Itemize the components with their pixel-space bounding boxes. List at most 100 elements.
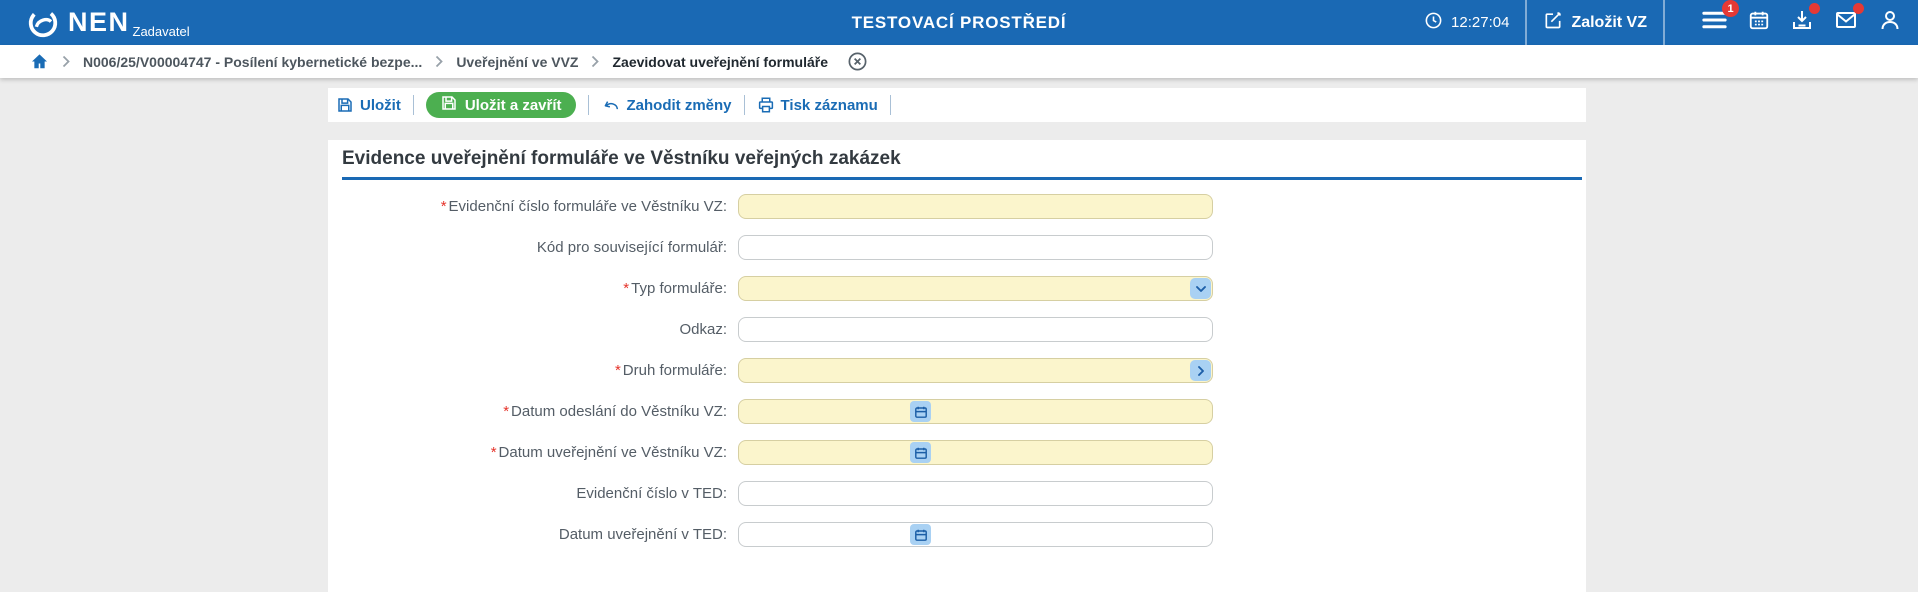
druh-formulare-picker-button[interactable] xyxy=(1190,360,1211,381)
profile-button[interactable] xyxy=(1878,8,1902,37)
field-label-druh-formulare: * Druh formuláře: xyxy=(342,362,727,379)
field-label-datum-uverejneni-ted: Datum uveřejnění v TED: xyxy=(342,526,727,543)
field-label-datum-uverejneni-vvz: * Datum uveřejnění ve Věstníku VZ: xyxy=(342,444,727,461)
typ-formulare-dropdown-button[interactable] xyxy=(1190,278,1211,299)
field-label-typ-formulare: * Typ formuláře: xyxy=(342,280,727,297)
field-label-kod-pro-souvisejici-formular: Kód pro související formulář: xyxy=(342,239,727,256)
field-wrap-evidencni-cislo-ted xyxy=(738,481,1213,506)
required-asterisk: * xyxy=(503,403,510,420)
clock-time: 12:27:04 xyxy=(1451,14,1510,31)
form-row-evidencni-cislo-formulare-vvz: * Evidenční číslo formuláře ve Věstníku V… xyxy=(342,186,1586,227)
field-label-datum-odeslani-vvz: * Datum odeslání do Věstníku VZ: xyxy=(342,403,727,420)
chevron-right-icon xyxy=(435,55,444,68)
save-label: Uložit xyxy=(360,96,401,114)
field-label-text: Druh formuláře: xyxy=(622,362,727,379)
header-divider xyxy=(1525,0,1528,45)
field-input-kod-pro-souvisejici-formular[interactable] xyxy=(738,235,1213,260)
header-right: 12:27:04 Založit VZ 1 xyxy=(1424,0,1902,45)
discard-changes-button[interactable]: Zahodit změny xyxy=(601,96,732,114)
calendar-button[interactable] xyxy=(1748,9,1770,36)
field-input-evidencni-cislo-ted[interactable] xyxy=(738,481,1213,506)
field-input-odkaz[interactable] xyxy=(738,317,1213,342)
form-row-evidencni-cislo-ted: Evidenční číslo v TED: xyxy=(342,473,1586,514)
nen-logo-icon xyxy=(26,6,60,40)
required-asterisk: * xyxy=(440,198,447,215)
form-row-kod-pro-souvisejici-formular: Kód pro související formulář: xyxy=(342,227,1586,268)
field-wrap-datum-odeslani-vvz xyxy=(738,399,1213,424)
form-row-datum-uverejneni-vvz: * Datum uveřejnění ve Věstníku VZ: xyxy=(342,432,1586,473)
field-input-evidencni-cislo-formulare-vvz[interactable] xyxy=(738,194,1213,219)
breadcrumb-item-current: Zaevidovat uveřejnění formuláře xyxy=(612,53,829,70)
nen-logo[interactable]: NEN Zadavatel xyxy=(26,6,190,40)
field-wrap-evidencni-cislo-formulare-vvz xyxy=(738,194,1213,219)
form-fields: * Evidenční číslo formuláře ve Věstníku V… xyxy=(342,186,1586,555)
datum-odeslani-vvz-calendar-button[interactable] xyxy=(910,401,931,422)
datum-uverejneni-ted-calendar-button[interactable] xyxy=(910,524,931,545)
messages-button[interactable] xyxy=(1834,3,1864,37)
clock-group: 12:27:04 xyxy=(1424,11,1509,35)
field-label-text: Evidenční číslo formuláře ve Věstníku VZ… xyxy=(448,198,727,215)
downloads-badge-dot xyxy=(1809,3,1820,14)
clock-icon xyxy=(1424,11,1443,35)
save-and-close-button[interactable]: Uložit a zavřít xyxy=(425,92,576,118)
title-underline xyxy=(342,177,1582,180)
breadcrumb: N006/25/V00004747 - Posílení kybernetick… xyxy=(0,45,1918,78)
brand-name: NEN xyxy=(68,7,130,37)
breadcrumb-item-uverejneni-vvz[interactable]: Uveřejnění ve VVZ xyxy=(456,54,578,70)
form-row-datum-odeslani-vvz: * Datum odeslání do Věstníku VZ: xyxy=(342,391,1586,432)
field-input-datum-uverejneni-vvz[interactable] xyxy=(738,440,1213,465)
menu-button[interactable]: 1 xyxy=(1701,0,1739,36)
calendar-icon xyxy=(913,404,929,420)
required-asterisk: * xyxy=(623,280,630,297)
chevron-right-icon xyxy=(1193,363,1209,379)
datum-uverejneni-vvz-calendar-button[interactable] xyxy=(910,442,931,463)
downloads-button[interactable] xyxy=(1790,3,1820,37)
field-input-datum-odeslani-vvz[interactable] xyxy=(738,399,1213,424)
header-divider xyxy=(1663,0,1665,45)
close-tab-icon[interactable] xyxy=(847,51,868,72)
save-button[interactable]: Uložit xyxy=(336,96,401,114)
form-row-datum-uverejneni-ted: Datum uveřejnění v TED: xyxy=(342,514,1586,555)
field-wrap-datum-uverejneni-vvz xyxy=(738,440,1213,465)
field-wrap-kod-pro-souvisejici-formular xyxy=(738,235,1213,260)
undo-icon xyxy=(601,96,621,114)
calendar-icon xyxy=(913,445,929,461)
field-input-druh-formulare[interactable] xyxy=(738,358,1213,383)
print-record-button[interactable]: Tisk záznamu xyxy=(757,96,878,114)
chevron-right-icon xyxy=(62,55,70,68)
form-row-typ-formulare: * Typ formuláře: xyxy=(342,268,1586,309)
form-row-odkaz: Odkaz: xyxy=(342,309,1586,350)
breadcrumb-item-procurement[interactable]: N006/25/V00004747 - Posílení kybernetick… xyxy=(83,54,422,70)
home-icon[interactable] xyxy=(30,52,49,71)
create-vz-button[interactable]: Založit VZ xyxy=(1543,10,1647,35)
field-input-datum-uverejneni-ted[interactable] xyxy=(738,522,1213,547)
field-label-text: Datum uveřejnění ve Věstníku VZ: xyxy=(498,444,727,461)
required-asterisk: * xyxy=(614,362,621,379)
field-input-typ-formulare[interactable] xyxy=(738,276,1213,301)
print-record-label: Tisk záznamu xyxy=(780,96,878,114)
field-wrap-odkaz xyxy=(738,317,1213,342)
menu-badge: 1 xyxy=(1722,0,1739,17)
toolbar-divider xyxy=(743,95,745,115)
calendar-icon xyxy=(913,527,929,543)
chevron-down-icon xyxy=(1193,281,1209,297)
save-and-close-label: Uložit a zavřít xyxy=(464,96,562,114)
field-label-text: Datum uveřejnění v TED: xyxy=(558,526,727,543)
environment-title: TESTOVACÍ PROSTŘEDÍ xyxy=(851,12,1067,32)
calendar-icon xyxy=(1748,9,1770,36)
app-header: NEN Zadavatel TESTOVACÍ PROSTŘEDÍ 12:27:… xyxy=(0,0,1918,45)
save-icon xyxy=(336,96,354,114)
form-card: Evidence uveřejnění formuláře ve Věstník… xyxy=(328,140,1586,592)
field-wrap-druh-formulare xyxy=(738,358,1213,383)
field-wrap-typ-formulare xyxy=(738,276,1213,301)
brand-role: Zadavatel xyxy=(132,23,190,39)
toolbar-divider xyxy=(587,95,589,115)
edit-icon xyxy=(1543,10,1563,35)
field-label-text: Datum odeslání do Věstníku VZ: xyxy=(511,403,727,420)
messages-badge-dot xyxy=(1853,3,1864,14)
person-icon xyxy=(1878,8,1902,37)
field-label-evidencni-cislo-ted: Evidenční číslo v TED: xyxy=(342,485,727,502)
save-close-icon xyxy=(440,94,458,116)
page-title: Evidence uveřejnění formuláře ve Věstník… xyxy=(342,148,901,169)
chevron-right-icon xyxy=(591,55,600,68)
